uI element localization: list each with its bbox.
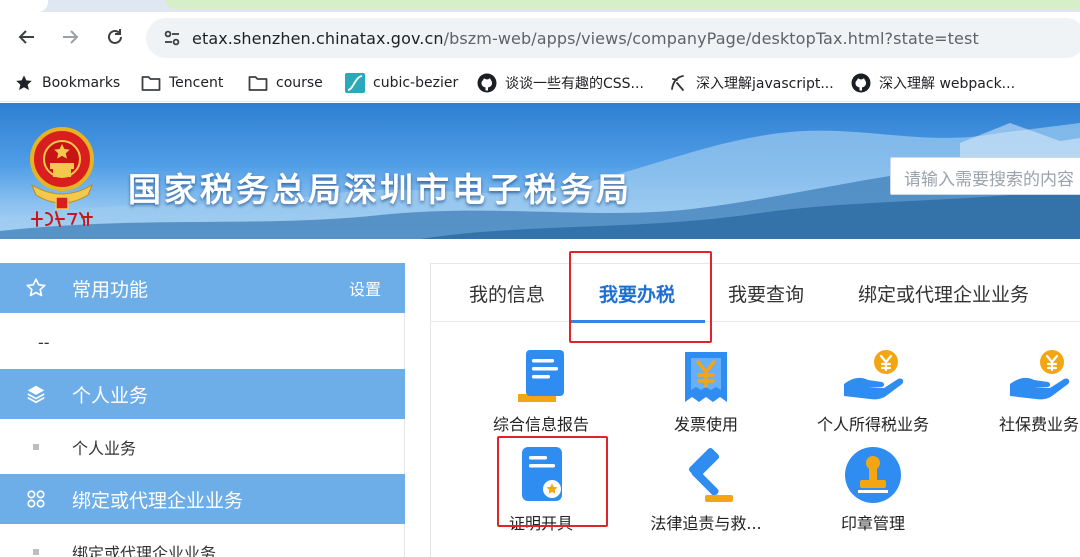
bookmark-label: Tencent [169, 75, 224, 91]
github-icon [477, 73, 497, 93]
url-path: /bszm-web/apps/views/companyPage/desktop… [443, 28, 979, 48]
highlight-box-certificate [497, 436, 608, 527]
service-invoice[interactable]: 发票使用 [631, 344, 781, 435]
address-bar[interactable]: etax.shenzhen.chinatax.gov.cn/bszm-web/a… [146, 18, 1080, 58]
folder-icon [248, 76, 268, 91]
bookmark-label: 谈谈一些有趣的CSS... [505, 76, 644, 92]
seal-stamp-icon [845, 447, 901, 503]
arrow-left-icon [18, 30, 34, 44]
sidebar-section-enterprise[interactable]: 绑定或代理企业业务 [0, 474, 405, 524]
service-social-insurance[interactable]: 社保费业务 [964, 344, 1080, 435]
tab-enterprise-business[interactable]: 绑定或代理企业业务 [858, 280, 1029, 307]
grid-icon [27, 490, 45, 508]
sidebar-item-label: 绑定或代理企业业务 [72, 544, 217, 557]
tab-query[interactable]: 我要查询 [728, 280, 804, 307]
service-label: 法律追责与救... [650, 514, 762, 533]
bookmark-label: 深入理解 webpack... [879, 76, 1016, 92]
service-label: 综合信息报告 [492, 415, 589, 434]
service-label: 社保费业务 [998, 415, 1079, 434]
bookmark-cubic-bezier[interactable]: cubic-bezier [345, 72, 458, 94]
hand-coin-icon [844, 350, 904, 400]
blog-favicon [671, 75, 684, 91]
sidebar-item-label: 个人业务 [72, 439, 137, 458]
service-label: 个人所得税业务 [816, 415, 929, 434]
sidebar-section-title: 个人业务 [72, 384, 149, 407]
service-label: 印章管理 [840, 514, 905, 533]
bookmark-label: Bookmarks [42, 75, 121, 91]
calligraphy-logo [31, 211, 93, 227]
star-icon [16, 75, 32, 91]
bookmark-label: course [276, 75, 323, 91]
service-seal-management[interactable]: 印章管理 [798, 443, 948, 534]
invoice-yuan-icon [685, 352, 727, 402]
bookmark-css-article[interactable]: 谈谈一些有趣的CSS... [477, 72, 644, 94]
bookmark-label: 深入理解javascript... [696, 76, 834, 92]
main-panel: 我的信息 我要办税 我要查询 绑定或代理企业业务 综合信息报告 发票使用 个人所… [430, 251, 1080, 557]
sidebar-section-common[interactable]: 常用功能 设置 [0, 263, 405, 313]
layers-icon [27, 385, 45, 404]
arrow-right-icon [63, 30, 79, 44]
gavel-icon [688, 447, 733, 502]
tab-bar: 我的信息 我要办税 我要查询 绑定或代理企业业务 [431, 264, 1080, 323]
highlight-box-tab [569, 251, 712, 343]
tune-icon [164, 30, 180, 46]
national-emblem-logo [22, 117, 102, 227]
folder-icon [141, 76, 161, 91]
report-icon [518, 350, 564, 402]
sidebar-section-title: 常用功能 [72, 278, 149, 301]
site-settings-button[interactable] [152, 28, 192, 48]
tab-my-info[interactable]: 我的信息 [469, 280, 545, 307]
browser-tab-strip [0, 0, 1080, 12]
service-personal-income-tax[interactable]: 个人所得税业务 [798, 344, 948, 435]
github-icon [851, 73, 871, 93]
reload-icon [108, 29, 122, 44]
bookmark-course[interactable]: course [248, 72, 323, 94]
sidebar-item-enterprise[interactable]: 绑定或代理企业业务 [0, 525, 405, 557]
star-outline-icon [26, 278, 46, 297]
sidebar-section-personal[interactable]: 个人业务 [0, 369, 405, 419]
bookmark-javascript-article[interactable]: 深入理解javascript... [668, 72, 834, 94]
url-host: etax.shenzhen.chinatax.gov.cn [192, 28, 444, 48]
back-button[interactable] [12, 22, 42, 52]
bookmarks-bar: Bookmarks Tencent course cubic-bezier 谈谈… [0, 64, 1080, 102]
bookmark-label: cubic-bezier [373, 75, 459, 91]
browser-tab-group[interactable] [165, 0, 1080, 9]
sidebar-item-personal[interactable]: 个人业务 [0, 420, 405, 474]
cubic-bezier-favicon [345, 73, 365, 93]
bookmark-tencent[interactable]: Tencent [141, 72, 223, 94]
settings-link[interactable]: 设置 [349, 276, 381, 300]
forward-button[interactable] [55, 22, 85, 52]
site-title: 国家税务总局深圳市电子税务局 [128, 170, 632, 209]
service-report[interactable]: 综合信息报告 [466, 344, 616, 435]
sidebar-item-placeholder: -- [38, 332, 50, 352]
url-text[interactable]: etax.shenzhen.chinatax.gov.cn/bszm-web/a… [192, 29, 979, 48]
service-legal-remedy[interactable]: 法律追责与救... [631, 443, 781, 534]
site-search-input[interactable]: 请输入需要搜索的内容 [890, 157, 1080, 195]
browser-toolbar: etax.shenzhen.chinatax.gov.cn/bszm-web/a… [0, 12, 1080, 64]
reload-button[interactable] [100, 22, 130, 52]
sidebar: 常用功能 设置 -- 个人业务 个人业务 绑定或代理企业业务 绑定或代理企业业务 [0, 263, 405, 557]
browser-tab[interactable] [0, 0, 48, 12]
hand-coin-icon [1010, 350, 1070, 400]
service-label: 发票使用 [673, 415, 738, 434]
site-banner: 国家税务总局深圳市电子税务局 请输入需要搜索的内容 [0, 103, 1080, 239]
sidebar-section-title: 绑定或代理企业业务 [72, 489, 244, 512]
bookmark-bookmarks[interactable]: Bookmarks [14, 72, 120, 94]
bookmark-webpack-article[interactable]: 深入理解 webpack... [851, 72, 1015, 94]
